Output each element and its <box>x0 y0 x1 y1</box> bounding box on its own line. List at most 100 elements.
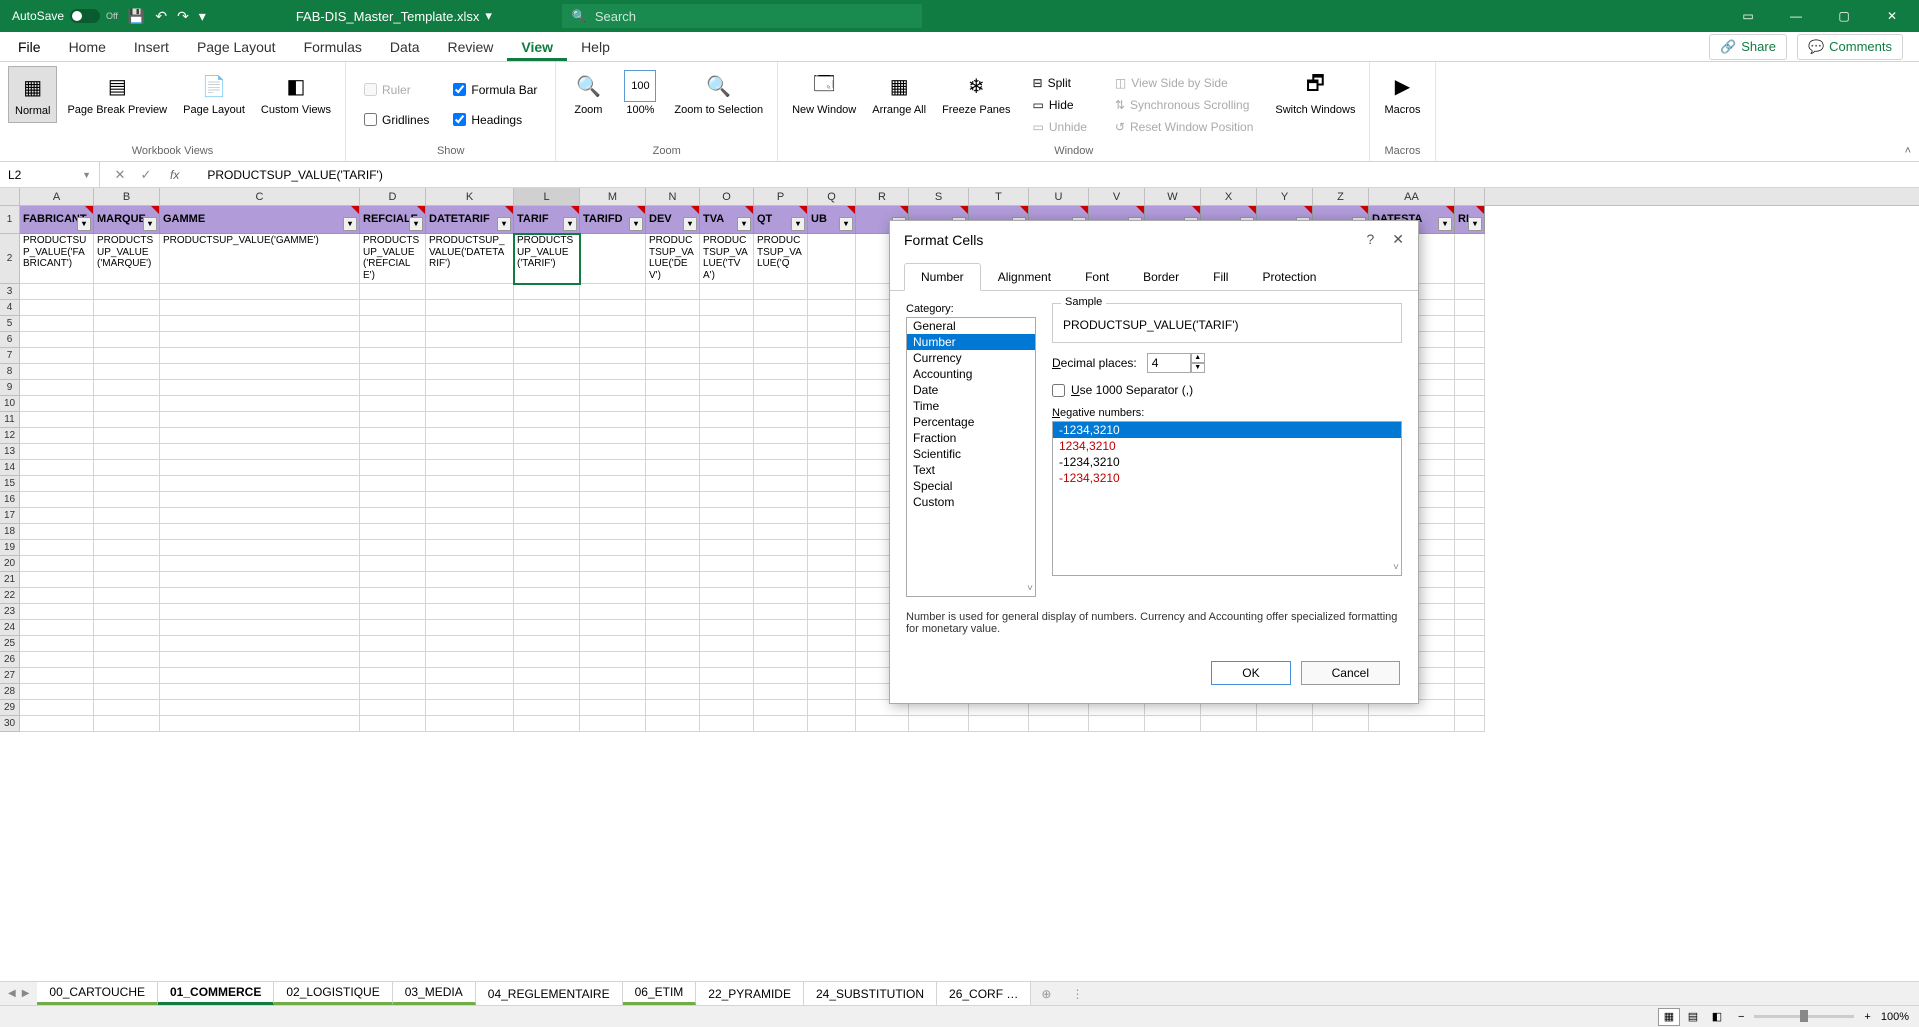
cell[interactable] <box>580 444 646 460</box>
cell[interactable] <box>700 684 754 700</box>
cell[interactable] <box>20 700 94 716</box>
cell[interactable] <box>808 620 856 636</box>
minimize-icon[interactable]: — <box>1773 0 1819 32</box>
cell[interactable] <box>700 364 754 380</box>
cell[interactable] <box>754 428 808 444</box>
cell[interactable] <box>160 412 360 428</box>
cell[interactable] <box>580 284 646 300</box>
category-item[interactable]: Special <box>907 478 1035 494</box>
cell[interactable] <box>426 684 514 700</box>
cell[interactable] <box>160 460 360 476</box>
column-header[interactable]: B <box>94 188 160 205</box>
row-header[interactable]: 26 <box>0 652 20 668</box>
cell[interactable] <box>160 316 360 332</box>
category-list[interactable]: GeneralNumberCurrencyAccountingDateTimeP… <box>906 317 1036 597</box>
maximize-icon[interactable]: ▢ <box>1821 0 1867 32</box>
cell[interactable] <box>580 300 646 316</box>
split-button[interactable]: ⊟ Split <box>1029 74 1091 92</box>
cell[interactable] <box>514 652 580 668</box>
cell[interactable]: PRODUCTSUP_VALUE('Q <box>754 234 808 284</box>
cell[interactable] <box>808 604 856 620</box>
cell[interactable] <box>700 604 754 620</box>
column-header[interactable]: P <box>754 188 808 205</box>
cell[interactable] <box>514 460 580 476</box>
cell[interactable] <box>360 652 426 668</box>
cell[interactable] <box>426 556 514 572</box>
cell[interactable] <box>160 332 360 348</box>
cell[interactable] <box>754 684 808 700</box>
row-header[interactable]: 2 <box>0 234 20 284</box>
cell[interactable] <box>700 460 754 476</box>
table-header-cell[interactable]: TVA▾ <box>700 206 754 234</box>
cell[interactable] <box>808 716 856 732</box>
cell[interactable] <box>20 332 94 348</box>
cell[interactable] <box>580 652 646 668</box>
cell[interactable] <box>94 396 160 412</box>
cell[interactable] <box>20 556 94 572</box>
cell[interactable]: PRODUCTSUP_VALUE('FABRICANT') <box>20 234 94 284</box>
cell[interactable] <box>646 572 700 588</box>
cell[interactable] <box>20 508 94 524</box>
cell[interactable]: PRODUCTSUP_VALUE('TARIF') <box>514 234 580 284</box>
cell[interactable] <box>360 380 426 396</box>
sheet-tab[interactable]: 22_PYRAMIDE <box>696 982 804 1005</box>
cell[interactable] <box>808 300 856 316</box>
select-all-corner[interactable] <box>0 188 20 205</box>
gridlines-checkbox[interactable]: Gridlines <box>362 109 431 131</box>
cell[interactable] <box>94 380 160 396</box>
cell[interactable] <box>646 300 700 316</box>
cell[interactable] <box>646 476 700 492</box>
filter-icon[interactable]: ▾ <box>143 217 157 231</box>
save-icon[interactable]: 💾 <box>128 8 145 25</box>
fx-icon[interactable]: fx <box>164 168 185 182</box>
cell[interactable] <box>1455 716 1485 732</box>
cell[interactable] <box>360 332 426 348</box>
row-header[interactable]: 9 <box>0 380 20 396</box>
cell[interactable] <box>754 716 808 732</box>
filter-icon[interactable]: ▾ <box>629 217 643 231</box>
cell[interactable] <box>514 492 580 508</box>
category-item[interactable]: Custom <box>907 494 1035 510</box>
row-header[interactable]: 28 <box>0 684 20 700</box>
cell[interactable] <box>754 476 808 492</box>
cell[interactable] <box>700 380 754 396</box>
cell[interactable] <box>426 348 514 364</box>
macros-button[interactable]: ▶Macros <box>1378 66 1426 121</box>
cell[interactable] <box>700 300 754 316</box>
search-input[interactable] <box>595 9 912 24</box>
cell[interactable] <box>1455 588 1485 604</box>
cell[interactable] <box>646 540 700 556</box>
cell[interactable] <box>754 540 808 556</box>
cell[interactable] <box>754 492 808 508</box>
cell[interactable] <box>646 380 700 396</box>
column-header[interactable]: L <box>514 188 580 205</box>
row-header[interactable]: 15 <box>0 476 20 492</box>
cell[interactable] <box>646 316 700 332</box>
category-item[interactable]: Scientific <box>907 446 1035 462</box>
cell[interactable] <box>580 716 646 732</box>
cell[interactable] <box>646 588 700 604</box>
cell[interactable] <box>160 636 360 652</box>
cell[interactable] <box>360 460 426 476</box>
cell[interactable] <box>646 444 700 460</box>
cell[interactable] <box>160 620 360 636</box>
tab-data[interactable]: Data <box>376 33 434 61</box>
cell[interactable] <box>426 380 514 396</box>
cell[interactable] <box>426 508 514 524</box>
cell[interactable] <box>94 620 160 636</box>
dialog-tab-alignment[interactable]: Alignment <box>981 263 1068 291</box>
cell[interactable] <box>808 332 856 348</box>
cell[interactable] <box>426 300 514 316</box>
cell[interactable] <box>580 620 646 636</box>
redo-icon[interactable]: ↷ <box>177 8 189 25</box>
column-header[interactable]: S <box>909 188 969 205</box>
cell[interactable] <box>1455 300 1485 316</box>
thousand-separator-checkbox[interactable]: Use 1000 Separator (,) <box>1052 383 1402 397</box>
cell[interactable] <box>94 588 160 604</box>
cell[interactable] <box>94 668 160 684</box>
cell[interactable] <box>1257 716 1313 732</box>
cell[interactable] <box>646 556 700 572</box>
cell[interactable] <box>514 556 580 572</box>
cell[interactable] <box>20 364 94 380</box>
cell[interactable] <box>94 556 160 572</box>
